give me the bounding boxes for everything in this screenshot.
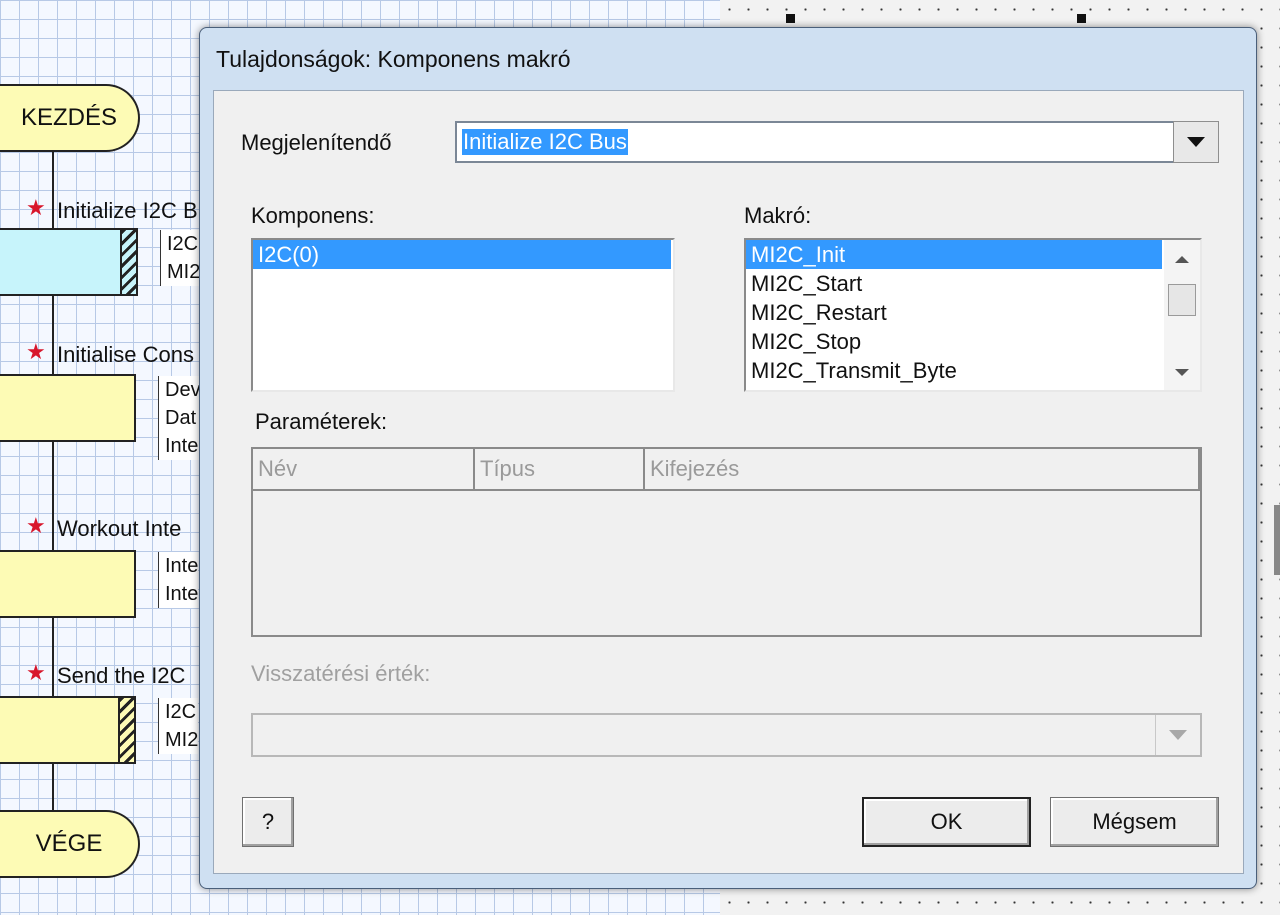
scroll-up-icon[interactable] — [1175, 256, 1189, 263]
macro-item[interactable]: MI2C_Transmit_Byte — [746, 356, 1162, 385]
macro-item[interactable]: MI2C_Start — [746, 269, 1162, 298]
block-label: Initialise Cons — [57, 342, 194, 367]
component-label: Komponens: — [251, 203, 375, 228]
macro-block[interactable] — [0, 374, 136, 442]
return-value-dropdown-button — [1155, 715, 1200, 755]
star-icon: ★ — [26, 660, 46, 685]
chevron-down-icon — [1187, 137, 1205, 147]
macro-label: Makró: — [744, 203, 812, 228]
block-label: Send the I2C — [57, 663, 186, 688]
block-note: Inte Inte — [158, 552, 199, 608]
column-header-type[interactable]: Típus — [475, 449, 645, 489]
macro-item[interactable]: MI2C_Restart — [746, 298, 1162, 327]
ok-button[interactable]: OK — [862, 797, 1031, 847]
parameters-label: Paraméterek: — [255, 409, 388, 434]
display-name-value[interactable]: Initialize I2C Bus — [462, 129, 628, 155]
component-listbox[interactable]: I2C(0) — [251, 238, 675, 392]
macro-listbox[interactable]: MI2C_Init MI2C_Start MI2C_Restart MI2C_S… — [744, 238, 1202, 392]
properties-dialog: Tulajdonságok: Komponens makró Megjelení… — [199, 27, 1257, 889]
block-note: I2C MI2 — [158, 698, 199, 754]
scroll-down-icon[interactable] — [1175, 369, 1189, 376]
display-name-label: Megjelenítendő — [241, 130, 392, 155]
column-header-name[interactable]: Név — [253, 449, 475, 489]
block-note: I2C MI2 — [160, 230, 201, 286]
help-button[interactable]: ? — [242, 797, 294, 847]
block-label: Initialize I2C B — [57, 198, 198, 223]
display-name-dropdown-button[interactable] — [1173, 121, 1219, 163]
block-label: Workout Inte — [57, 516, 182, 541]
cancel-button[interactable]: Mégsem — [1050, 797, 1219, 847]
star-icon: ★ — [26, 195, 46, 220]
macro-block[interactable] — [0, 696, 136, 764]
macro-item[interactable]: MI2C_Init — [746, 240, 1162, 269]
return-value-label: Visszatérési érték: — [251, 661, 431, 686]
dialog-title: Tulajdonságok: Komponens makró — [216, 46, 571, 72]
selection-handle[interactable] — [786, 14, 795, 23]
dialog-client-area: Megjelenítendő Initialize I2C Bus Kompon… — [213, 90, 1244, 874]
macro-block[interactable] — [0, 550, 136, 618]
end-label: VÉGE — [35, 830, 103, 857]
star-icon: ★ — [26, 339, 46, 364]
column-header-expression[interactable]: Kifejezés — [645, 449, 1200, 489]
scroll-thumb[interactable] — [1168, 284, 1196, 316]
start-label: KEZDÉS — [20, 104, 118, 131]
component-item[interactable]: I2C(0) — [253, 240, 671, 269]
selection-handle[interactable] — [1077, 14, 1086, 23]
star-icon: ★ — [26, 513, 46, 538]
macro-scrollbar[interactable] — [1164, 240, 1200, 390]
block-note: Dev Dat Inte — [158, 376, 201, 460]
end-terminal[interactable]: VÉGE — [0, 810, 140, 878]
macro-item[interactable]: MI2C_Stop — [746, 327, 1162, 356]
parameters-grid[interactable]: Név Típus Kifejezés — [251, 447, 1202, 637]
start-terminal[interactable]: KEZDÉS — [0, 84, 140, 152]
panel-edge — [1274, 505, 1280, 575]
chevron-down-icon — [1169, 730, 1187, 740]
display-name-combo[interactable]: Initialize I2C Bus — [455, 121, 1219, 163]
macro-block[interactable] — [0, 228, 138, 296]
parameters-header: Név Típus Kifejezés — [253, 449, 1200, 491]
return-value-combo — [251, 713, 1202, 757]
